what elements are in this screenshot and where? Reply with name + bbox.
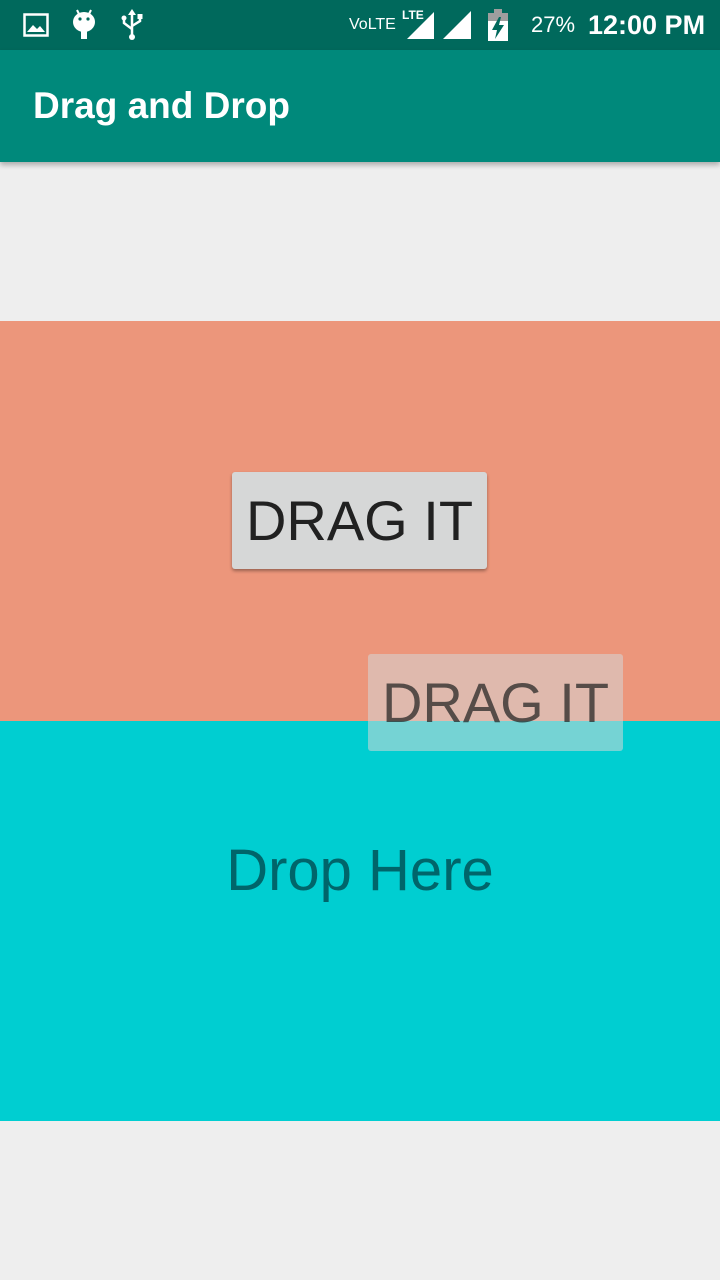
drag-it-button[interactable]: DRAG IT — [232, 472, 487, 569]
clock: 12:00 PM — [588, 9, 706, 40]
battery-percent: 27% — [531, 12, 576, 37]
app-bar: Drag and Drop — [0, 50, 720, 162]
drag-shadow[interactable]: DRAG IT — [368, 654, 623, 751]
usb-icon — [118, 0, 146, 50]
drop-area[interactable] — [0, 721, 720, 1121]
lte-signal-icon — [402, 0, 436, 50]
volte-label: VoLTE — [349, 16, 396, 33]
status-bar: VoLTE LTE 27% 12:00 PM — [0, 0, 720, 50]
signal-icon — [441, 0, 473, 50]
app-title: Drag and Drop — [33, 85, 290, 126]
drop-here-label: Drop Here — [226, 837, 494, 903]
battery-charging-icon — [485, 0, 511, 50]
gallery-icon — [22, 0, 50, 50]
android-icon — [70, 0, 98, 50]
